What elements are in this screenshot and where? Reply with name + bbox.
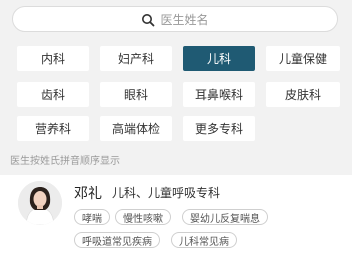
specialty-tag: 呼吸道常见疾病: [74, 232, 160, 248]
specialty-tag: 婴幼儿反复喘息: [182, 209, 268, 225]
dept-chip-pediatrics[interactable]: 儿科: [183, 46, 255, 71]
search-placeholder: 医生姓名: [160, 12, 209, 27]
search-icon: [141, 12, 155, 27]
search-input[interactable]: 医生姓名: [12, 6, 338, 32]
dept-chip-ophthalmology[interactable]: 眼科: [100, 82, 172, 107]
sort-hint: 医生按姓氏拼音顺序显示: [10, 156, 120, 167]
doctor-departments: 儿科、儿童呼吸专科: [112, 186, 221, 200]
dept-chip-obgyn[interactable]: 妇产科: [100, 46, 172, 71]
dept-chip-checkup[interactable]: 高端体检: [100, 116, 172, 141]
dept-chip-nutrition[interactable]: 营养科: [17, 116, 89, 141]
dept-chip-dental[interactable]: 齿科: [17, 82, 89, 107]
dept-chip-internal[interactable]: 内科: [17, 46, 89, 71]
avatar: [18, 181, 62, 225]
dept-chip-ent[interactable]: 耳鼻喉科: [183, 82, 255, 107]
dept-chip-child-health[interactable]: 儿童保健: [266, 46, 340, 71]
specialty-tag: 儿科常见病: [171, 232, 237, 248]
doctor-name: 邓礼: [74, 186, 102, 202]
doctor-card[interactable]: 邓礼 儿科、儿童呼吸专科 哮喘 慢性咳嗽 婴幼儿反复喘息 呼吸道常见疾病 儿科常…: [0, 175, 352, 255]
specialty-tag: 哮喘: [74, 209, 110, 225]
specialty-tag: 慢性咳嗽: [115, 209, 171, 225]
filter-panel: 医生姓名 内科 妇产科 儿科 儿童保健 齿科 眼科 耳鼻喉科 皮肤科 营养科 高…: [0, 0, 352, 180]
dept-chip-more[interactable]: 更多专科: [183, 116, 255, 141]
dept-chip-dermatology[interactable]: 皮肤科: [266, 82, 340, 107]
